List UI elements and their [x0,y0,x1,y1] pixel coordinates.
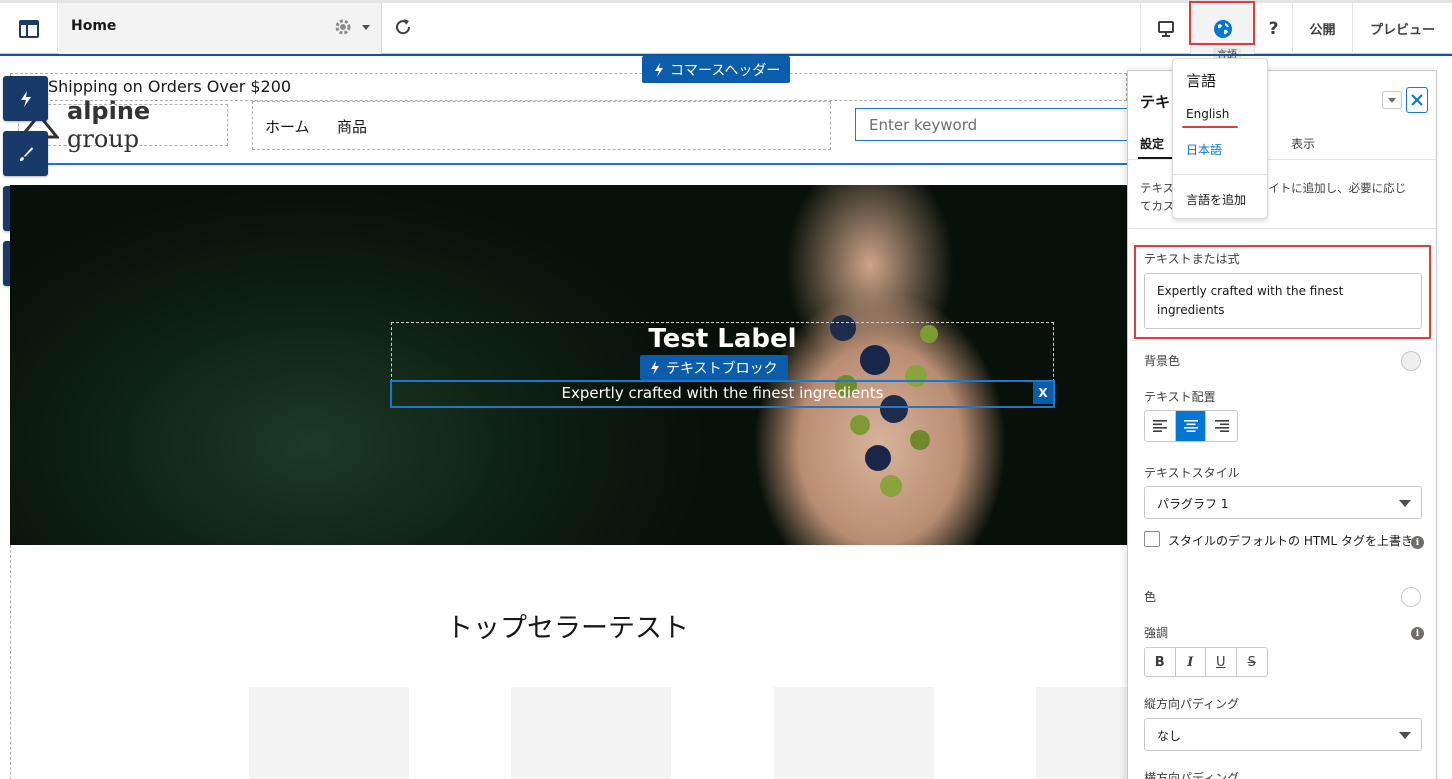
publish-button[interactable]: 公開 [1292,3,1352,54]
close-icon [1411,94,1423,106]
gear-icon[interactable] [333,17,353,37]
components-button[interactable] [3,76,48,121]
hero-title: Test Label [648,324,797,354]
info-icon[interactable]: i [1411,536,1424,549]
preview-label: プレビュー [1369,23,1435,38]
refresh-icon[interactable] [392,16,414,38]
theme-button[interactable] [3,131,48,176]
tab-display[interactable]: 表示 [1291,135,1315,152]
logo[interactable]: alpine group [18,97,228,153]
text-style-label: テキストスタイル [1144,466,1240,480]
product-card[interactable] [249,687,409,779]
commerce-header-tag[interactable]: コマースヘッダー [642,56,791,83]
language-menu-divider [1173,174,1267,175]
layout-icon [18,19,39,38]
italic-button[interactable]: I [1176,648,1206,676]
underline-button[interactable]: U [1206,648,1237,676]
align-center-icon [1183,420,1198,432]
color-label: 色 [1144,590,1157,604]
site-navigation-button[interactable] [0,3,58,54]
page-name: Home [71,18,117,34]
product-card[interactable] [1036,687,1127,779]
text-block-tag-label: テキストブロック [666,360,778,377]
chevron-down-icon[interactable] [362,25,370,30]
text-style-select[interactable]: パラグラフ 1 [1144,486,1422,519]
help-icon: ? [1268,18,1279,39]
emphasis-label: 強調 [1144,626,1169,640]
delete-component-button[interactable]: X [1033,382,1053,404]
align-right-icon [1214,420,1229,432]
english-underline-highlight [1182,126,1238,128]
commerce-header-label: コマースヘッダー [670,62,781,79]
text-color-picker[interactable] [1401,587,1421,607]
vertical-padding-select[interactable]: なし [1144,718,1422,751]
help-button[interactable]: ? [1254,3,1292,54]
page-selector[interactable]: Home [59,3,382,54]
info-icon[interactable]: i [1411,627,1424,640]
vertical-padding-label: 縦方向パディング [1144,697,1240,711]
language-menu-header: 言語 [1186,72,1217,90]
horizontal-padding-label: 横方向パディング [1144,771,1240,779]
logo-text: alpine group [67,97,151,153]
chevron-down-icon [1399,500,1411,507]
lightning-icon [20,90,31,107]
align-left-icon [1152,420,1167,432]
chevron-down-icon [1388,97,1396,103]
lightning-icon [651,360,659,375]
language-option-english[interactable]: English [1186,107,1229,121]
shipping-text: Shipping on Orders Over $200 [48,77,292,96]
section-title: トップセラーテスト [446,613,689,644]
tab-settings[interactable]: 設定 [1140,135,1164,152]
device-preview-button[interactable] [1140,3,1190,54]
text-align-label: テキスト配置 [1144,390,1216,404]
close-panel-button[interactable] [1406,87,1428,113]
strikethrough-button[interactable]: S [1237,648,1267,676]
nav-item-products[interactable]: 商品 [337,116,367,137]
language-menu: 言語 English 日本語 言語を追加 [1172,58,1268,219]
align-left-button[interactable] [1145,411,1176,441]
language-option-japanese[interactable]: 日本語 [1186,141,1222,158]
description-divider [1128,228,1436,229]
product-card[interactable] [511,687,671,779]
brush-icon [19,146,33,161]
navigation-menu[interactable]: ホーム 商品 [252,101,831,150]
add-language-button[interactable]: 言語を追加 [1186,191,1246,208]
text-or-expression-field[interactable]: Expertly crafted with the finest ingredi… [1144,273,1422,329]
text-field-label: テキストまたは式 [1144,252,1240,266]
vertical-padding-value: なし [1157,729,1182,743]
desktop-icon [1157,20,1174,37]
preview-button[interactable]: プレビュー [1352,3,1452,54]
override-html-tag-label: スタイルのデフォルトの HTML タグを上書き [1168,534,1414,548]
align-right-button[interactable] [1206,411,1237,441]
language-button-highlight [1189,1,1255,45]
emphasis-group: B I U S [1144,647,1268,677]
search-input[interactable]: Enter keyword [855,108,1135,141]
text-block-content: Expertly crafted with the finest ingredi… [561,384,884,402]
nav-item-home[interactable]: ホーム [265,116,310,137]
chevron-down-icon [1399,732,1411,739]
panel-menu-button[interactable] [1382,91,1402,109]
align-center-button[interactable] [1175,411,1207,441]
text-block-tag[interactable]: テキストブロック [640,355,788,380]
text-style-value: パラグラフ 1 [1157,497,1229,511]
search-placeholder: Enter keyword [869,116,978,134]
background-color-label: 背景色 [1144,354,1181,368]
text-align-group [1144,410,1238,442]
publish-label: 公開 [1309,23,1336,38]
panel-title: テキ [1140,93,1171,111]
bold-button[interactable]: B [1145,648,1176,676]
product-card[interactable] [774,687,934,779]
background-color-picker[interactable] [1401,351,1421,371]
lightning-icon [655,62,663,77]
